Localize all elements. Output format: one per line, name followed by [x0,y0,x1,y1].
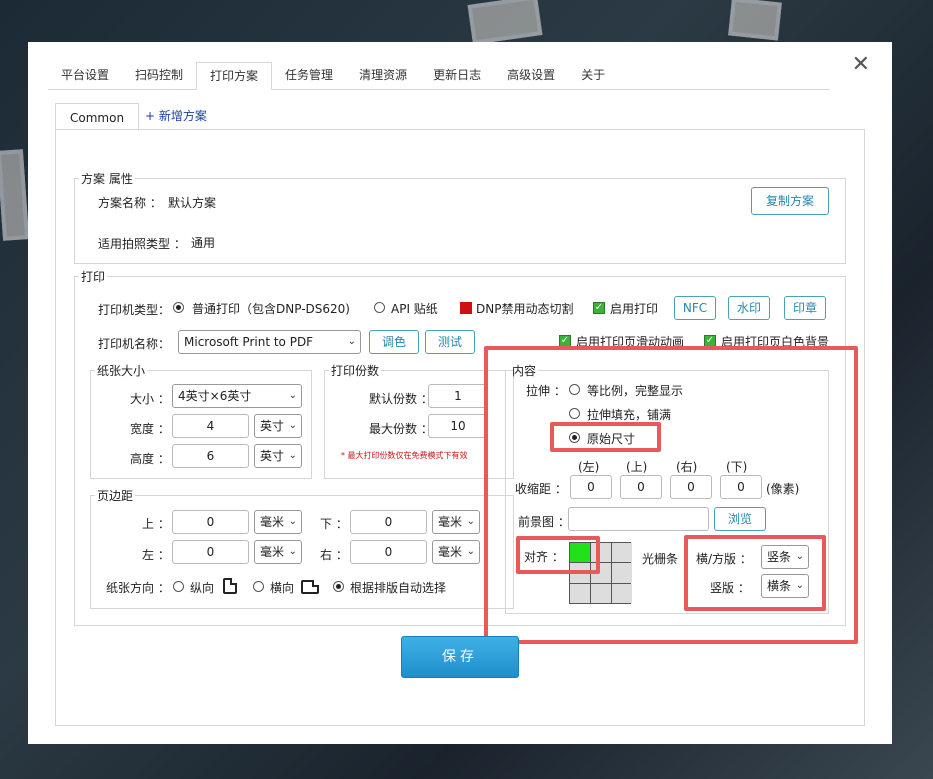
tab-scan-control[interactable]: 扫码控制 [122,62,196,90]
portrait-label: 纵向 [190,581,215,595]
settings-dialog: ✕ 平台设置 扫码控制 打印方案 任务管理 清理资源 更新日志 高级设置 关于 … [28,42,892,744]
color-adjust-button[interactable]: 调色 [369,330,419,354]
margin-left-unit-select[interactable]: 毫米 ⌄ [254,540,302,564]
print-legend: 打印 [81,270,106,284]
chevron-down-icon: ⌄ [288,390,297,401]
chevron-down-icon: ⌄ [288,450,297,461]
scheme-properties-legend: 方案 属性 [81,172,133,186]
margin-right-label: 右 ： [320,548,348,562]
watermark-button[interactable]: 水印 [728,296,770,320]
tab-common[interactable]: Common [55,103,140,131]
default-copies-input[interactable]: 1 [428,384,488,408]
landscape-page-icon [301,580,319,594]
max-copies-label: 最大份数 ： [369,422,433,436]
paper-width-label: 宽度 ： [130,422,170,436]
tab-print-scheme[interactable]: 打印方案 [196,62,273,90]
margin-right-input[interactable]: 0 [350,540,427,564]
scheme-properties-group: 方案 属性 [74,170,846,264]
paper-size-select[interactable]: 4英寸×6英寸 ⌄ [172,384,302,408]
dnp-disable-cut-label: DNP禁用动态切割 [476,302,574,316]
paper-height-unit: 英寸 [260,449,285,463]
dnp-disable-cut-checkbox[interactable] [460,302,472,314]
chevron-down-icon: ⌄ [466,516,475,527]
margin-right-unit-select[interactable]: 毫米 ⌄ [432,540,480,564]
raster-highlight-box [684,535,826,611]
margin-bottom-unit-select[interactable]: 毫米 ⌄ [432,510,480,534]
landscape-radio[interactable] [253,581,264,592]
margin-top-input[interactable]: 0 [172,510,249,534]
scheme-tabs: Common + 新增方案 [55,102,221,131]
auto-orientation-label: 根据排版自动选择 [350,581,447,595]
auto-orientation-radio[interactable] [333,581,344,592]
close-icon[interactable]: ✕ [852,54,870,76]
paper-size-value: 4英寸×6英寸 [178,389,252,403]
chevron-down-icon: ⌄ [347,336,356,347]
tab-about[interactable]: 关于 [568,62,618,90]
tab-task-management[interactable]: 任务管理 [272,62,346,90]
portrait-radio[interactable] [173,581,184,592]
background-photo [0,149,30,241]
paper-height-input[interactable]: 6 [172,444,249,468]
tab-changelog[interactable]: 更新日志 [420,62,494,90]
portrait-page-icon [223,578,237,594]
paper-size-label: 大小 ： [130,392,170,406]
photo-type-value: 通用 [191,236,216,250]
margin-top-unit-select[interactable]: 毫米 ⌄ [254,510,302,534]
max-copies-note: * 最大打印份数仅在免费模式下有效 [341,451,468,460]
print-copies-legend: 打印份数 [331,364,380,378]
scheme-name-value: 默认方案 [168,196,217,210]
page-margin-legend: 页边距 [97,489,134,503]
paper-height-label: 高度 ： [130,452,170,466]
margin-bottom-label: 下 ： [320,517,348,531]
margin-top-label: 上 ： [142,517,170,531]
add-scheme-tab[interactable]: + 新增方案 [139,102,221,130]
landscape-label: 横向 [270,581,295,595]
orientation-label: 纸张方向 ： [106,581,170,595]
margin-bottom-unit: 毫米 [438,515,463,529]
photo-type-label: 适用拍照类型 ： [98,237,186,251]
paper-width-unit-select[interactable]: 英寸 ⌄ [254,414,302,438]
margin-left-input[interactable]: 0 [172,540,249,564]
normal-print-label: 普通打印（包含DNP-DS620) [192,302,350,316]
printer-name-select[interactable]: Microsoft Print to PDF ⌄ [178,330,361,354]
api-sticker-label: API 贴纸 [391,302,438,316]
chevron-down-icon: ⌄ [466,546,475,557]
copy-scheme-button[interactable]: 复制方案 [751,187,829,215]
tab-platform-settings[interactable]: 平台设置 [48,62,122,90]
align-highlight-box [516,536,600,574]
nfc-button[interactable]: NFC [674,296,716,320]
api-sticker-radio[interactable] [374,302,385,313]
normal-print-radio[interactable] [173,302,184,313]
stamp-button[interactable]: 印章 [784,296,826,320]
background-photo [728,0,782,41]
printer-type-label: 打印机类型： [98,303,171,317]
enable-print-checkbox[interactable]: ✓ [593,302,605,314]
save-button[interactable]: 保存 [401,636,519,678]
max-copies-input[interactable]: 10 [428,414,488,438]
scheme-name-label: 方案名称 ： [98,196,162,210]
original-size-highlight-box [550,422,661,452]
paper-width-input[interactable]: 4 [172,414,249,438]
paper-size-legend: 纸张大小 [97,364,146,378]
chevron-down-icon: ⌄ [288,546,297,557]
margin-right-unit: 毫米 [438,545,463,559]
default-copies-label: 默认份数 ： [369,392,433,406]
paper-height-unit-select[interactable]: 英寸 ⌄ [254,444,302,468]
printer-name-label: 打印机名称： [98,337,171,351]
margin-left-label: 左 ： [142,548,170,562]
chevron-down-icon: ⌄ [288,420,297,431]
margin-left-unit: 毫米 [260,545,285,559]
paper-width-unit: 英寸 [260,419,285,433]
tab-advanced-settings[interactable]: 高级设置 [494,62,568,90]
printer-name-value: Microsoft Print to PDF [184,335,314,349]
chevron-down-icon: ⌄ [288,516,297,527]
margin-top-unit: 毫米 [260,515,285,529]
test-print-button[interactable]: 测试 [425,330,475,354]
enable-print-label: 启用打印 [610,302,659,316]
background-photo [467,0,543,45]
tab-clean-resources[interactable]: 清理资源 [346,62,420,90]
margin-bottom-input[interactable]: 0 [350,510,427,534]
main-tabs: 平台设置 扫码控制 打印方案 任务管理 清理资源 更新日志 高级设置 关于 [48,62,830,90]
